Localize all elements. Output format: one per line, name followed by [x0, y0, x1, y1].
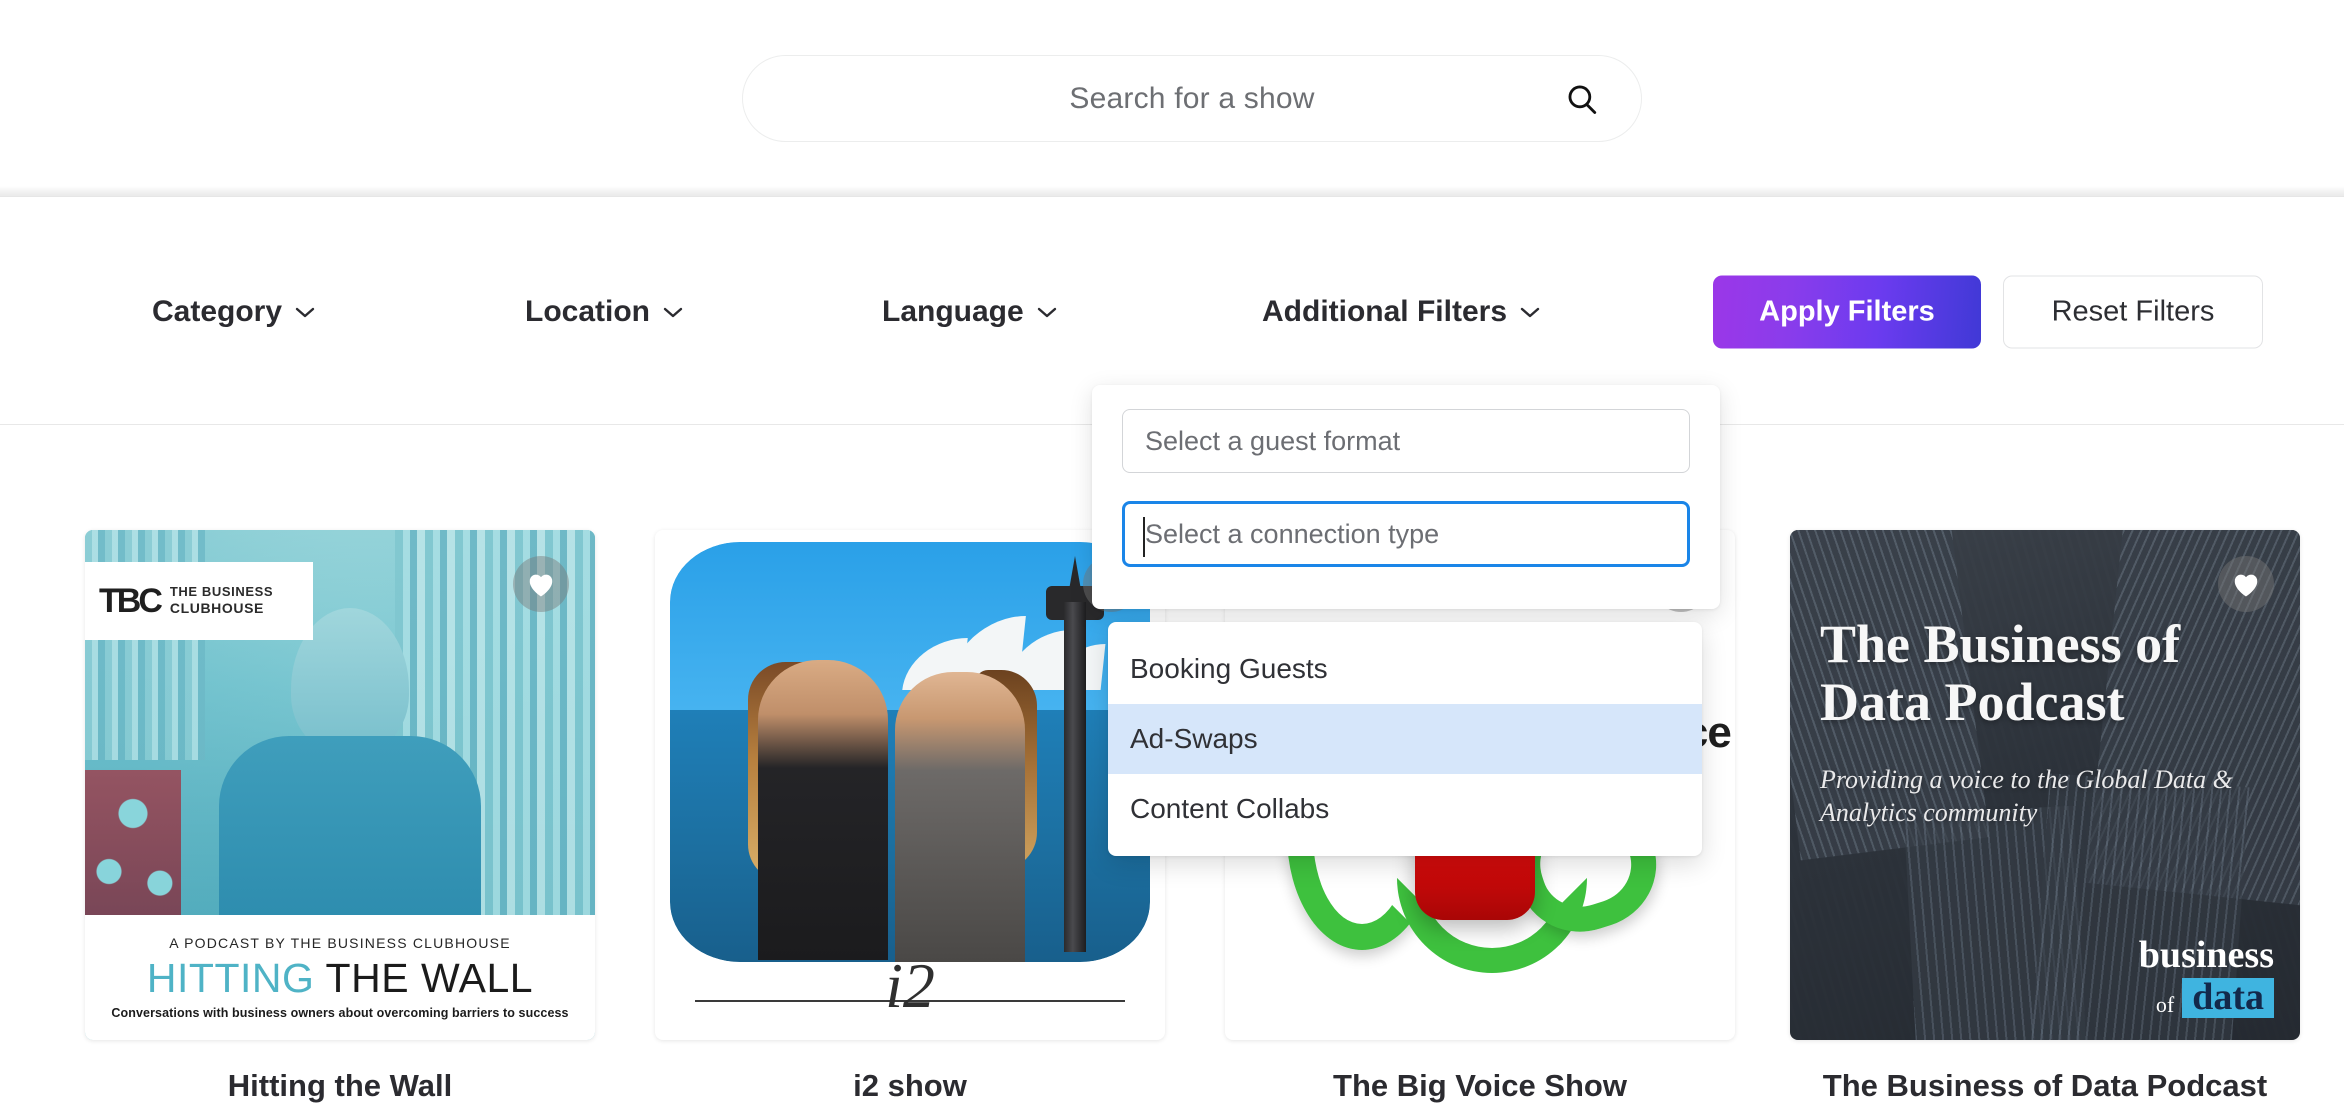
filter-language[interactable]: Language	[882, 295, 1058, 329]
panel-spacer	[1122, 473, 1690, 501]
filter-category[interactable]: Category	[152, 295, 316, 329]
cover-subtitle: Providing a voice to the Global Data & A…	[1820, 765, 2233, 828]
host-torso	[219, 736, 481, 915]
logo-line-2: CLUBHOUSE	[169, 600, 264, 616]
brand-lockup: business of data	[2139, 936, 2274, 1018]
filter-location[interactable]: Location	[525, 295, 684, 329]
search-placeholder: Search for a show	[1069, 81, 1315, 115]
lamp-post	[1064, 602, 1086, 952]
podcast-cover[interactable]: TBC THE BUSINESS CLUBHOUSE A PODCAST BY …	[85, 530, 595, 1040]
option-booking-guests[interactable]: Booking Guests	[1108, 634, 1702, 704]
cover-title: HITTING THE WALL	[147, 955, 533, 1002]
cover-title-rest: THE WALL	[325, 955, 534, 1001]
host-photo	[213, 608, 483, 915]
logo-line-1: THE BUSINESS	[169, 584, 274, 600]
connection-type-input[interactable]: Select a connection type	[1122, 501, 1690, 567]
filter-location-label: Location	[525, 294, 650, 328]
brand-line-3: data	[2182, 977, 2274, 1018]
podcast-card[interactable]: i2 i2 show	[655, 530, 1165, 1104]
podcast-cover[interactable]: The Business of Data Podcast Providing a…	[1790, 530, 2300, 1040]
filter-language-label: Language	[882, 294, 1024, 328]
podcast-title[interactable]: Hitting the Wall	[85, 1068, 595, 1104]
cover-photo	[670, 542, 1150, 962]
guest-format-placeholder: Select a guest format	[1145, 425, 1401, 456]
page-root: Search for a show Category Location Lang…	[0, 0, 2344, 1118]
brand-line-1: business	[2138, 934, 2274, 977]
podcast-card[interactable]: The Business of Data Podcast Providing a…	[1790, 530, 2300, 1104]
option-ad-swaps[interactable]: Ad-Swaps	[1108, 704, 1702, 774]
filter-additional-filters[interactable]: Additional Filters	[1262, 295, 1541, 329]
cushion	[85, 770, 181, 915]
connection-type-options: Booking Guests Ad-Swaps Content Collabs	[1108, 622, 1702, 856]
podcast-cover[interactable]: i2	[655, 530, 1165, 1040]
chevron-down-icon	[662, 305, 684, 319]
podcast-card[interactable]: TBC THE BUSINESS CLUBHOUSE A PODCAST BY …	[85, 530, 595, 1104]
chevron-down-icon	[1036, 305, 1058, 319]
host-two	[895, 672, 1025, 962]
podcast-title[interactable]: i2 show	[655, 1068, 1165, 1104]
search-band: Search for a show	[0, 0, 2344, 196]
chevron-down-icon	[1519, 305, 1541, 319]
cover-title-highlight: HITTING	[146, 955, 315, 1001]
host-one	[758, 660, 888, 960]
filter-additional-filters-label: Additional Filters	[1262, 294, 1508, 328]
cover-tagline: Conversations with business owners about…	[111, 1006, 569, 1020]
podcast-title[interactable]: The Business of Data Podcast	[1790, 1068, 2300, 1104]
option-content-collabs[interactable]: Content Collabs	[1108, 774, 1702, 844]
cover-title: The Business of Data Podcast	[1820, 614, 2181, 733]
favorite-heart-icon[interactable]	[513, 556, 569, 612]
cover-caption: A PODCAST BY THE BUSINESS CLUBHOUSE HITT…	[85, 915, 595, 1040]
podcast-title[interactable]: The Big Voice Show	[1225, 1068, 1735, 1104]
favorite-heart-icon[interactable]	[2218, 556, 2274, 612]
connection-type-placeholder: Select a connection type	[1145, 518, 1440, 549]
reset-filters-button[interactable]: Reset Filters	[2003, 275, 2263, 348]
cover-kicker: A PODCAST BY THE BUSINESS CLUBHOUSE	[169, 935, 511, 951]
clubhouse-logo: TBC THE BUSINESS CLUBHOUSE	[85, 562, 313, 640]
additional-filters-panel: Select a guest format Select a connectio…	[1092, 385, 1720, 609]
filter-category-label: Category	[152, 294, 283, 328]
apply-filters-button[interactable]: Apply Filters	[1713, 275, 1981, 348]
search-icon[interactable]	[1565, 82, 1599, 116]
search-input[interactable]: Search for a show	[742, 55, 1642, 142]
text-caret	[1143, 517, 1145, 557]
brand-line-2: of	[2155, 992, 2175, 1017]
guest-format-input[interactable]: Select a guest format	[1122, 409, 1690, 473]
chevron-down-icon	[294, 305, 316, 319]
cover-wordmark: i2	[885, 950, 935, 1021]
logo-monogram: TBC	[99, 581, 163, 620]
